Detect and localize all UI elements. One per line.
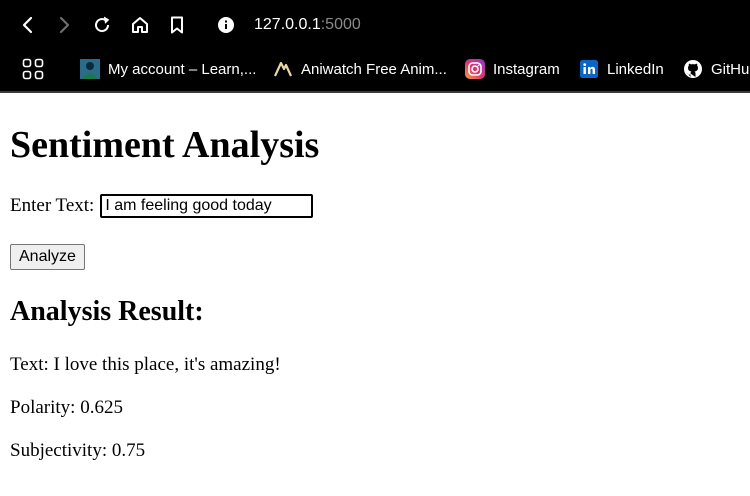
- result-heading: Analysis Result:: [10, 296, 204, 327]
- bookmark-label: GitHub: [711, 60, 750, 78]
- forward-icon[interactable]: [52, 13, 76, 37]
- bookmark-my-account[interactable]: My account – Learn,...: [80, 58, 256, 80]
- analyze-button[interactable]: Analyze: [10, 244, 85, 270]
- bookmark-aniwatch[interactable]: Aniwatch Free Anim...: [273, 58, 447, 80]
- bookmark-label: Aniwatch Free Anim...: [301, 60, 447, 78]
- reload-icon[interactable]: [90, 13, 114, 37]
- url-port: :5000: [320, 16, 361, 33]
- url-host: 127.0.0.1: [254, 16, 321, 33]
- bookmark-github[interactable]: GitHub: [683, 58, 750, 80]
- avatar-icon: [80, 59, 100, 79]
- bookmark-instagram[interactable]: Instagram: [465, 58, 560, 80]
- home-icon[interactable]: [128, 13, 152, 37]
- bookmark-label: Instagram: [493, 60, 560, 78]
- browser-chrome: 127.0.0.1:5000 My account – Learn,... An…: [0, 0, 750, 93]
- back-icon[interactable]: [16, 13, 40, 37]
- aniwatch-icon: [273, 59, 293, 79]
- bookmark-linkedin[interactable]: LinkedIn: [579, 58, 664, 80]
- browser-toolbar: 127.0.0.1:5000: [0, 0, 750, 50]
- instagram-icon: [465, 59, 485, 79]
- text-input[interactable]: [100, 194, 314, 218]
- toolbar-divider: [0, 91, 750, 93]
- bookmarks-bar: My account – Learn,... Aniwatch Free Ani…: [0, 50, 750, 90]
- apps-grid-icon[interactable]: [21, 57, 45, 81]
- page-title: Sentiment Analysis: [10, 124, 320, 166]
- bookmark-label: My account – Learn,...: [108, 60, 257, 78]
- result-subjectivity: Subjectivity: 0.75: [10, 440, 146, 461]
- result-polarity: Polarity: 0.625: [10, 397, 123, 418]
- text-form: Enter Text:: [10, 194, 314, 218]
- bookmark-label: LinkedIn: [607, 60, 664, 78]
- github-icon: [683, 59, 703, 79]
- input-label: Enter Text:: [10, 195, 95, 216]
- bookmark-icon[interactable]: [165, 13, 189, 37]
- site-info-icon[interactable]: [214, 13, 238, 37]
- address-bar[interactable]: 127.0.0.1:5000: [254, 14, 361, 36]
- result-text: Text: I love this place, it's amazing!: [10, 354, 281, 375]
- linkedin-icon: [579, 59, 599, 79]
